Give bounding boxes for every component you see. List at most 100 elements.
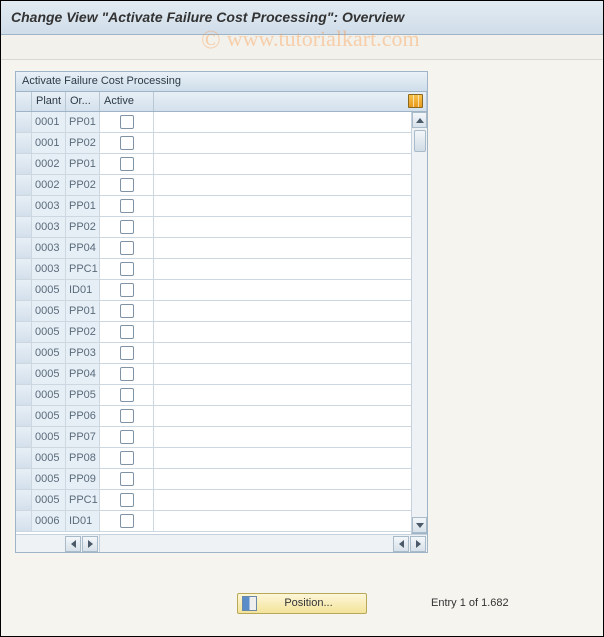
table-row[interactable]: 0002PP02: [16, 175, 427, 196]
row-selector[interactable]: [16, 427, 32, 448]
cell-active: [100, 133, 154, 154]
cell-order-type: PP01: [66, 301, 100, 322]
row-selector[interactable]: [16, 280, 32, 301]
cell-spacer: [154, 175, 427, 196]
table-row[interactable]: 0003PP04: [16, 238, 427, 259]
row-selector[interactable]: [16, 322, 32, 343]
active-checkbox[interactable]: [120, 409, 134, 423]
col-active[interactable]: Active: [100, 92, 154, 111]
table-row[interactable]: 0001PP02: [16, 133, 427, 154]
table-row[interactable]: 0005PP07: [16, 427, 427, 448]
col-selector[interactable]: [16, 92, 32, 111]
panel-caption: Activate Failure Cost Processing: [15, 71, 428, 91]
cell-active: [100, 217, 154, 238]
table-row[interactable]: 0005PPC1: [16, 490, 427, 511]
cell-plant: 0005: [32, 343, 66, 364]
table-row[interactable]: 0005PP09: [16, 469, 427, 490]
vertical-scrollbar[interactable]: [411, 112, 427, 534]
active-checkbox[interactable]: [120, 262, 134, 276]
cell-plant: 0005: [32, 301, 66, 322]
cell-spacer: [154, 238, 427, 259]
table-row[interactable]: 0003PP01: [16, 196, 427, 217]
active-checkbox[interactable]: [120, 136, 134, 150]
cell-spacer: [154, 280, 427, 301]
cell-spacer: [154, 490, 427, 511]
table-row[interactable]: 0005PP06: [16, 406, 427, 427]
col-order-type[interactable]: Or...: [66, 92, 100, 111]
row-selector[interactable]: [16, 343, 32, 364]
cell-plant: 0005: [32, 448, 66, 469]
table-row[interactable]: 0006ID01: [16, 511, 427, 532]
scroll-down-button[interactable]: [412, 517, 427, 533]
active-checkbox[interactable]: [120, 367, 134, 381]
row-selector[interactable]: [16, 448, 32, 469]
row-selector[interactable]: [16, 112, 32, 133]
active-checkbox[interactable]: [120, 472, 134, 486]
position-button[interactable]: Position...: [237, 593, 367, 614]
row-selector[interactable]: [16, 154, 32, 175]
active-checkbox[interactable]: [120, 283, 134, 297]
hscroll-right[interactable]: [410, 536, 426, 552]
table-row[interactable]: 0005PP03: [16, 343, 427, 364]
row-selector[interactable]: [16, 175, 32, 196]
cell-order-type: ID01: [66, 280, 100, 301]
active-checkbox[interactable]: [120, 241, 134, 255]
scroll-thumb[interactable]: [414, 130, 426, 152]
row-selector[interactable]: [16, 301, 32, 322]
grid-header: Plant Or... Active: [16, 92, 427, 112]
row-selector[interactable]: [16, 259, 32, 280]
row-selector[interactable]: [16, 490, 32, 511]
row-selector[interactable]: [16, 196, 32, 217]
active-checkbox[interactable]: [120, 199, 134, 213]
active-checkbox[interactable]: [120, 388, 134, 402]
scroll-up-button[interactable]: [412, 112, 427, 128]
col-plant[interactable]: Plant: [32, 92, 66, 111]
row-selector[interactable]: [16, 217, 32, 238]
active-checkbox[interactable]: [120, 220, 134, 234]
table-row[interactable]: 0001PP01: [16, 112, 427, 133]
table-row[interactable]: 0005PP08: [16, 448, 427, 469]
table-row[interactable]: 0005PP02: [16, 322, 427, 343]
row-selector[interactable]: [16, 469, 32, 490]
table-row[interactable]: 0002PP01: [16, 154, 427, 175]
cell-active: [100, 112, 154, 133]
row-selector[interactable]: [16, 238, 32, 259]
cell-order-type: PP03: [66, 343, 100, 364]
active-checkbox[interactable]: [120, 514, 134, 528]
active-checkbox[interactable]: [120, 178, 134, 192]
row-selector[interactable]: [16, 133, 32, 154]
active-checkbox[interactable]: [120, 451, 134, 465]
hscroll-fixed-left[interactable]: [65, 536, 81, 552]
table-row[interactable]: 0005PP05: [16, 385, 427, 406]
table-row[interactable]: 0005PP04: [16, 364, 427, 385]
table-row[interactable]: 0003PP02: [16, 217, 427, 238]
row-selector[interactable]: [16, 364, 32, 385]
cell-active: [100, 301, 154, 322]
page-title: Change View "Activate Failure Cost Proce…: [11, 9, 404, 25]
row-selector[interactable]: [16, 406, 32, 427]
active-checkbox[interactable]: [120, 493, 134, 507]
hscroll-fixed-right[interactable]: [82, 536, 98, 552]
grid-body: 0001PP010001PP020002PP010002PP020003PP01…: [16, 112, 427, 534]
table-row[interactable]: 0005PP01: [16, 301, 427, 322]
active-checkbox[interactable]: [120, 304, 134, 318]
row-selector[interactable]: [16, 511, 32, 532]
chevron-up-icon: [416, 118, 424, 123]
table-row[interactable]: 0003PPC1: [16, 259, 427, 280]
hscroll-left[interactable]: [393, 536, 409, 552]
chevron-left-icon: [71, 540, 76, 548]
active-checkbox[interactable]: [120, 157, 134, 171]
horizontal-scrollbar[interactable]: [16, 534, 427, 552]
cell-order-type: PP04: [66, 364, 100, 385]
active-checkbox[interactable]: [120, 346, 134, 360]
table-wrap: Plant Or... Active 0001PP010001PP020002P…: [15, 91, 445, 553]
table-row[interactable]: 0005ID01: [16, 280, 427, 301]
row-selector[interactable]: [16, 385, 32, 406]
cell-order-type: PP06: [66, 406, 100, 427]
active-checkbox[interactable]: [120, 115, 134, 129]
footer-bar: Position... Entry 1 of 1.682: [1, 588, 603, 618]
table-settings-icon[interactable]: [408, 94, 423, 108]
active-checkbox[interactable]: [120, 430, 134, 444]
active-checkbox[interactable]: [120, 325, 134, 339]
page-title-bar: Change View "Activate Failure Cost Proce…: [1, 1, 603, 35]
